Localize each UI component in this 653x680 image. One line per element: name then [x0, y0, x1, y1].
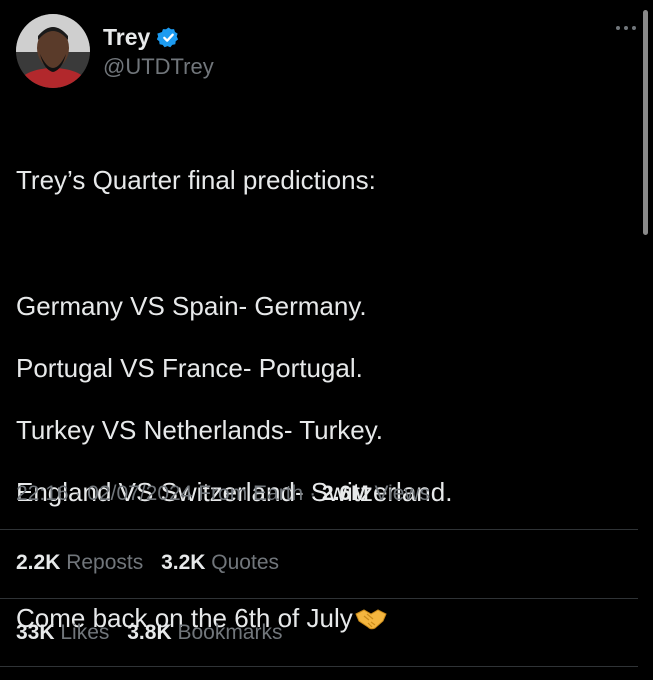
views-count: 2.6M [321, 482, 369, 505]
views-label: Views [374, 482, 431, 505]
meta-separator: · [74, 482, 82, 505]
scrollbar[interactable] [643, 10, 648, 235]
reposts-count: 2.2K [16, 551, 61, 574]
more-options-icon[interactable] [612, 18, 640, 38]
verified-badge-icon [157, 26, 180, 49]
bookmarks-stat[interactable]: 3.8K Bookmarks [127, 621, 282, 644]
quotes-label: Quotes [211, 551, 280, 574]
author-handle[interactable]: @UTDTrey [103, 54, 214, 80]
author-name-row: Trey [103, 24, 180, 51]
quotes-count: 3.2K [161, 551, 206, 574]
avatar[interactable] [16, 14, 90, 88]
likes-stat[interactable]: 33K Likes [16, 621, 109, 644]
stats-row-likes-bookmarks: 33K Likes 3.8K Bookmarks [16, 621, 294, 645]
author-name[interactable]: Trey [103, 24, 150, 51]
likes-label: Likes [60, 621, 110, 644]
tweet-heading: Trey’s Quarter final predictions: [16, 165, 376, 195]
divider [0, 666, 638, 667]
tweet-text: Trey’s Quarter final predictions: German… [16, 134, 616, 665]
handshake-icon [355, 606, 387, 630]
tweet-date[interactable]: 02/07/2024 [87, 482, 192, 505]
tweet-time[interactable]: 22:16 [16, 482, 69, 505]
prediction-line: Turkey VS Netherlands- Turkey. [16, 415, 384, 445]
tweet-source: From Earth [198, 482, 304, 505]
bookmarks-label: Bookmarks [177, 621, 283, 644]
likes-count: 33K [16, 621, 55, 644]
divider [0, 529, 638, 530]
prediction-line: Portugal VS France- Portugal. [16, 353, 363, 383]
reposts-label: Reposts [66, 551, 144, 574]
reposts-stat[interactable]: 2.2K Reposts [16, 551, 143, 574]
stats-row-reposts-quotes: 2.2K Reposts 3.2K Quotes [16, 551, 291, 575]
bookmarks-count: 3.8K [127, 621, 172, 644]
tweet-header: Trey @UTDTrey [16, 14, 636, 90]
divider [0, 598, 638, 599]
tweet-meta: 22:16 · 02/07/2024 From Earth · 2.6M Vie… [16, 482, 430, 506]
prediction-line: Germany VS Spain- Germany. [16, 291, 367, 321]
meta-separator: · [309, 482, 317, 505]
quotes-stat[interactable]: 3.2K Quotes [161, 551, 279, 574]
